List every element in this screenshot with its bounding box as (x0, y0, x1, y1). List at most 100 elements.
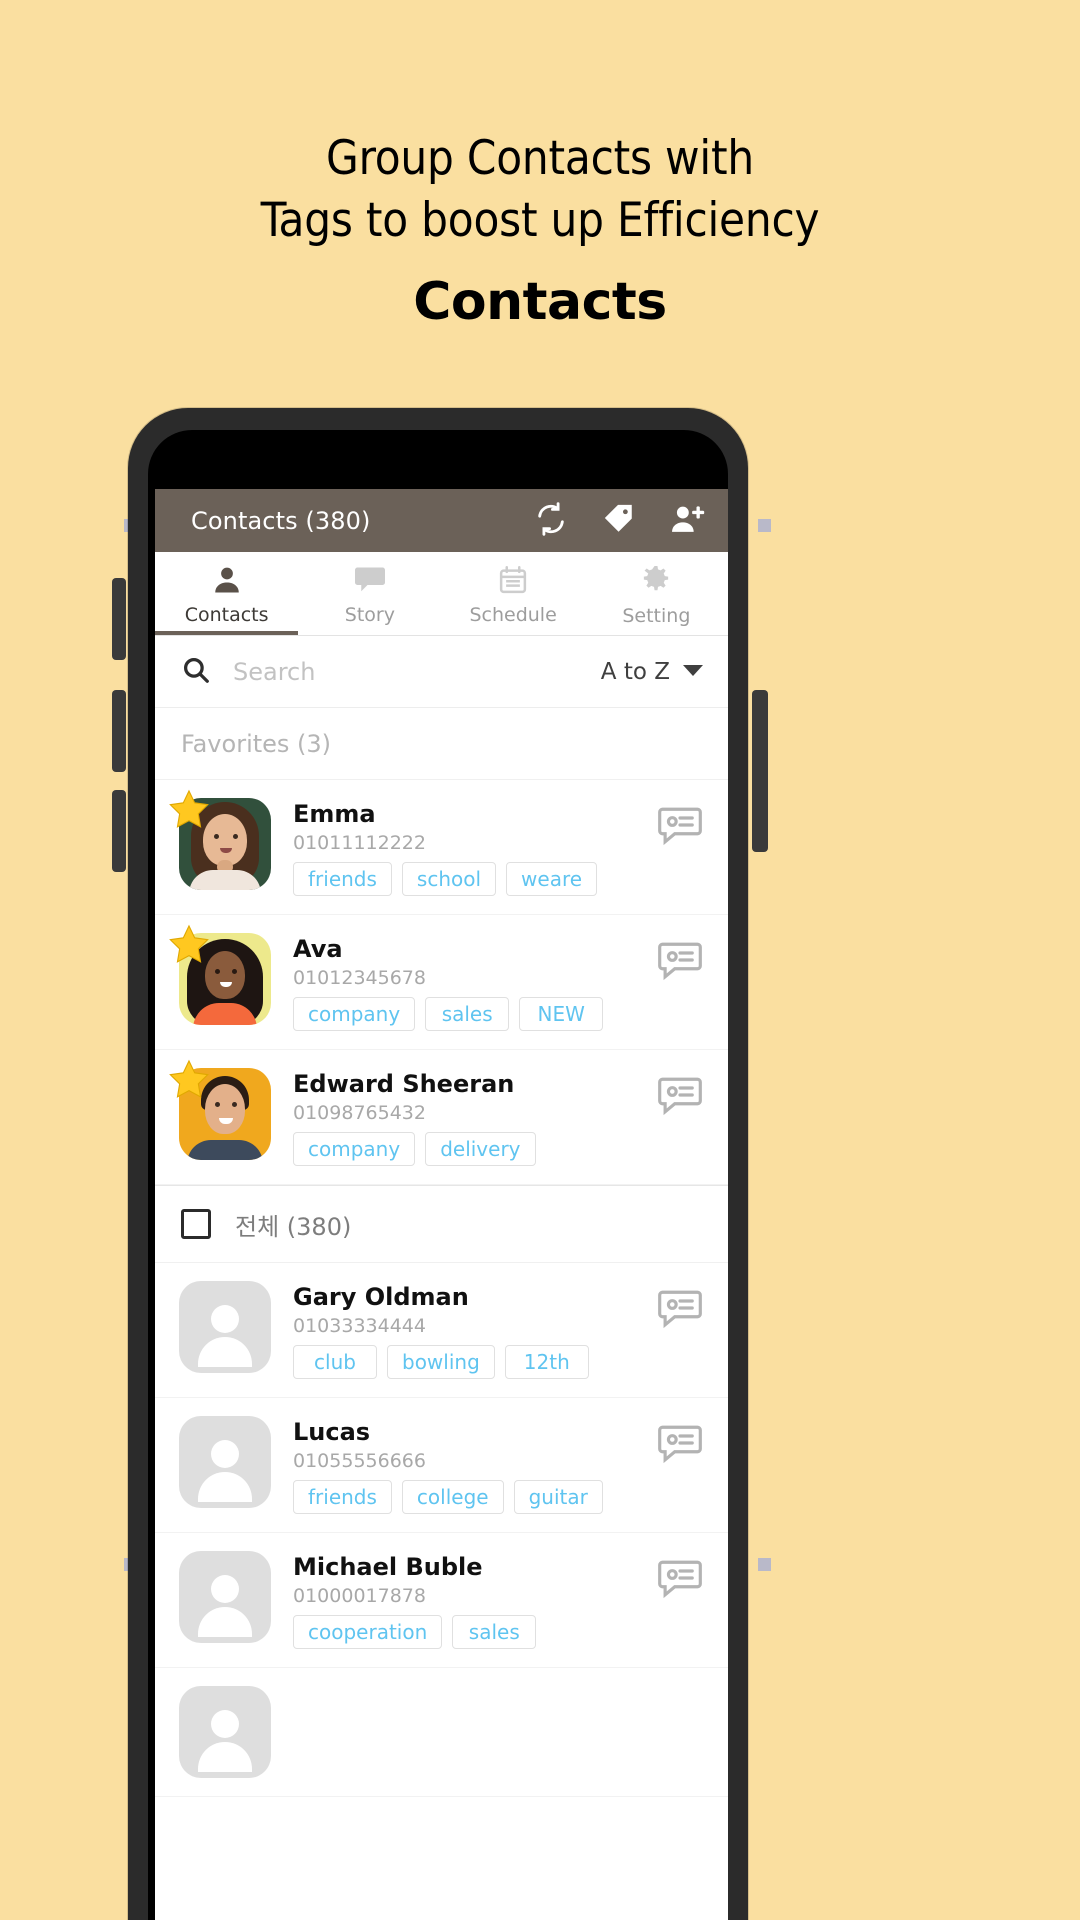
avatar[interactable] (169, 924, 271, 1025)
tag-chip[interactable]: school (401, 862, 497, 896)
tag-chip[interactable]: friends (293, 1480, 392, 1514)
app-header-bar: Contacts (380) (155, 489, 728, 552)
tag-chip[interactable]: weare (506, 862, 598, 896)
tab-setting[interactable]: Setting (585, 552, 728, 635)
placeholder-avatar-icon (179, 1551, 271, 1643)
favorite-star-icon (169, 924, 209, 963)
selection-handle-bottom-right[interactable] (758, 1558, 771, 1571)
contact-name: Ava (293, 935, 343, 963)
avatar[interactable] (179, 1551, 271, 1643)
favorite-star-icon (169, 789, 209, 828)
search-icon[interactable] (181, 655, 211, 689)
placeholder-avatar-icon (179, 1281, 271, 1373)
headline-line-2: Tags to boost up Efficiency (260, 193, 820, 248)
app-screen: Contacts (380) Contacts Story Schedule S… (155, 489, 728, 1920)
search-row: Search A to Z (155, 636, 728, 708)
tag-chip[interactable]: 12th (504, 1345, 589, 1379)
selection-handle-top-right[interactable] (758, 519, 771, 532)
placeholder-avatar-icon (179, 1686, 271, 1778)
tab-contacts-label: Contacts (184, 604, 269, 626)
avatar[interactable] (179, 1686, 271, 1778)
contact-row[interactable]: Lucas 01055556666 friends college guitar (155, 1398, 728, 1533)
select-all-checkbox[interactable] (181, 1209, 211, 1239)
tab-contacts[interactable]: Contacts (155, 552, 299, 635)
sync-icon[interactable] (534, 501, 568, 540)
sort-label: A to Z (600, 658, 670, 685)
tab-schedule[interactable]: Schedule (442, 552, 585, 635)
tag-chip[interactable]: friends (293, 862, 392, 896)
contact-name: Emma (293, 800, 376, 828)
message-icon[interactable] (656, 1557, 704, 1605)
contact-info: Edward Sheeran 01098765432 company deliv… (293, 1068, 644, 1166)
avatar[interactable] (179, 1416, 271, 1508)
section-header-favorites: Favorites (3) (155, 708, 728, 780)
tag-chip[interactable]: company (293, 1132, 416, 1166)
gear-icon (640, 564, 672, 600)
contact-name: Gary Oldman (293, 1283, 469, 1311)
tag-chip[interactable]: guitar (513, 1480, 603, 1514)
promo-headline: Group Contacts with Tags to boost up Eff… (0, 128, 1080, 252)
contact-tags: club bowling 12th (293, 1345, 644, 1379)
message-icon[interactable] (656, 804, 704, 852)
avatar[interactable] (169, 789, 271, 890)
contact-row[interactable]: Ava 01012345678 company sales NEW (155, 915, 728, 1050)
contact-info: Gary Oldman 01033334444 club bowling 12t… (293, 1281, 644, 1379)
promo-subtitle: Contacts (413, 272, 667, 332)
section-header-all[interactable]: 전체 (380) (155, 1185, 728, 1263)
contact-tags: cooperation sales (293, 1615, 644, 1649)
tag-chip[interactable]: sales (425, 997, 510, 1031)
search-input[interactable]: Search (233, 658, 601, 686)
person-icon (211, 565, 243, 599)
phone-button-right-power[interactable] (752, 690, 768, 852)
contact-tags: friends college guitar (293, 1480, 644, 1514)
message-icon[interactable] (656, 1287, 704, 1335)
contact-phone: 01011112222 (293, 832, 426, 854)
calendar-icon (498, 565, 528, 599)
contact-row[interactable]: Edward Sheeran 01098765432 company deliv… (155, 1050, 728, 1185)
tab-schedule-label: Schedule (469, 604, 557, 626)
contact-tags: company sales NEW (293, 997, 644, 1031)
message-icon[interactable] (656, 1074, 704, 1122)
message-icon[interactable] (656, 1422, 704, 1470)
tag-chip[interactable]: cooperation (293, 1615, 443, 1649)
tag-chip[interactable]: college (401, 1480, 504, 1514)
tag-chip[interactable]: delivery (425, 1132, 536, 1166)
tag-chip[interactable]: NEW (519, 997, 604, 1031)
page-title: Contacts (380) (191, 506, 371, 535)
tag-chip[interactable]: club (293, 1345, 377, 1379)
contact-name: Lucas (293, 1418, 371, 1446)
tab-setting-label: Setting (622, 605, 691, 627)
contact-phone: 01033334444 (293, 1315, 426, 1337)
add-person-icon[interactable] (670, 502, 706, 540)
avatar[interactable] (179, 1281, 271, 1373)
contact-row[interactable]: Emma 01011112222 friends school weare (155, 780, 728, 915)
phone-button-left-3[interactable] (112, 790, 126, 872)
contact-info: Emma 01011112222 friends school weare (293, 798, 644, 896)
tag-chip[interactable]: bowling (387, 1345, 495, 1379)
sort-dropdown[interactable]: A to Z (601, 659, 704, 685)
tag-chip[interactable]: sales (452, 1615, 537, 1649)
phone-button-left-1[interactable] (112, 578, 126, 660)
contact-tags: company delivery (293, 1132, 644, 1166)
tab-story-label: Story (344, 604, 395, 626)
message-icon[interactable] (656, 939, 704, 987)
main-tab-bar: Contacts Story Schedule Setting (155, 552, 728, 636)
contact-phone: 01000017878 (293, 1585, 426, 1607)
contact-info: Lucas 01055556666 friends college guitar (293, 1416, 644, 1514)
tab-story[interactable]: Story (298, 552, 441, 635)
avatar[interactable] (169, 1059, 271, 1160)
contact-info: Michael Buble 01000017878 cooperation sa… (293, 1551, 644, 1649)
tag-chip[interactable]: company (293, 997, 416, 1031)
contact-name: Michael Buble (293, 1553, 483, 1581)
app-header-actions (534, 501, 706, 540)
contact-row[interactable]: Gary Oldman 01033334444 club bowling 12t… (155, 1263, 728, 1398)
contact-info: Ava 01012345678 company sales NEW (293, 933, 644, 1031)
tag-icon[interactable] (602, 502, 636, 540)
contact-phone: 01055556666 (293, 1450, 426, 1472)
phone-button-left-2[interactable] (112, 690, 126, 772)
contact-row-partial[interactable] (155, 1668, 728, 1797)
headline-line-1: Group Contacts with (326, 131, 754, 186)
contact-tags: friends school weare (293, 862, 644, 896)
contact-row[interactable]: Michael Buble 01000017878 cooperation sa… (155, 1533, 728, 1668)
section-favorites-label: Favorites (3) (181, 729, 332, 758)
